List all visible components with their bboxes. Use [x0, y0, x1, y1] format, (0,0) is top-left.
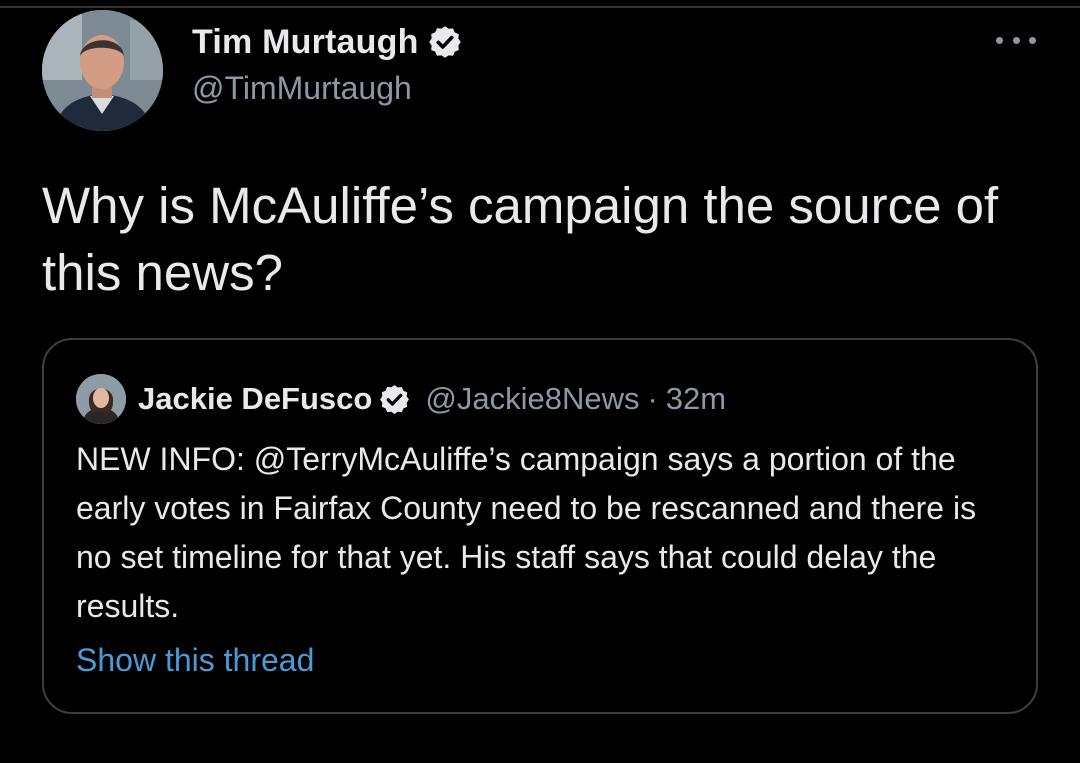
profile-photo-icon — [42, 10, 163, 131]
ellipsis-icon[interactable] — [996, 30, 1036, 50]
top-divider — [0, 6, 1080, 8]
quoted-author-display-name[interactable]: Jackie DeFusco — [138, 381, 372, 417]
author-handle[interactable]: @TimMurtaugh — [192, 70, 463, 107]
profile-photo-icon — [76, 374, 126, 424]
tweet-text: Why is McAuliffe’s campaign the source o… — [42, 177, 999, 301]
author-display-name[interactable]: Tim Murtaugh — [192, 23, 419, 62]
more-dot — [996, 36, 1003, 44]
timestamp-separator: · — [647, 381, 658, 416]
quoted-author-handle[interactable]: @Jackie8News — [425, 381, 639, 417]
verified-badge-icon — [378, 383, 411, 416]
quoted-tweet-timestamp[interactable]: 32m — [666, 381, 726, 417]
quoted-tweet-card[interactable]: Jackie DeFusco @Jackie8News · 32m NEW IN… — [42, 338, 1038, 714]
verified-badge-icon — [427, 24, 463, 60]
author-block: Tim Murtaugh @TimMurtaugh — [192, 20, 463, 107]
quoted-tweet-header: Jackie DeFusco @Jackie8News · 32m — [76, 374, 726, 424]
more-dot — [1012, 36, 1020, 44]
more-dot — [1029, 36, 1036, 44]
quoted-author-avatar[interactable] — [76, 374, 126, 424]
quoted-tweet-text: NEW INFO: @TerryMcAuliffe’s campaign say… — [76, 441, 977, 624]
show-thread-link[interactable]: Show this thread — [76, 642, 314, 679]
author-avatar[interactable] — [42, 10, 163, 131]
author-name-row: Tim Murtaugh — [192, 20, 463, 64]
